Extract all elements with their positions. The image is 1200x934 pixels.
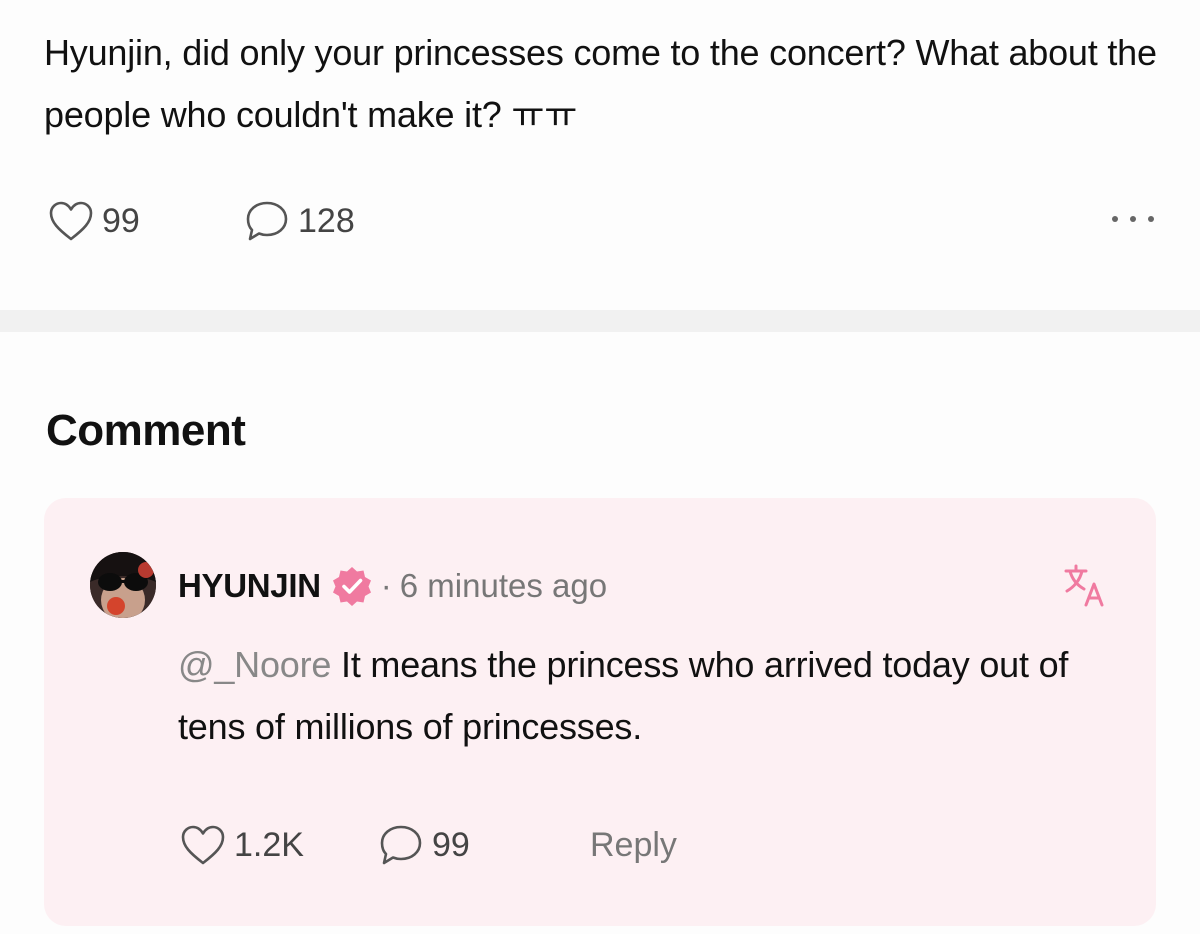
heart-icon	[180, 824, 226, 866]
comment-reply-count-button[interactable]: 99	[378, 820, 470, 870]
section-title: Comment	[46, 406, 246, 455]
reply-button[interactable]: Reply	[590, 820, 677, 870]
speech-bubble-icon	[378, 823, 424, 867]
comment-username[interactable]: HYUNJIN	[178, 567, 321, 605]
post-comment-count: 128	[298, 201, 355, 240]
mention-link[interactable]: @_Noore	[178, 644, 331, 685]
speech-bubble-icon	[244, 199, 290, 243]
comment-header: HYUNJIN · 6 minutes ago	[178, 564, 607, 608]
translate-icon	[1062, 564, 1108, 612]
post-like-button[interactable]: 99	[48, 196, 140, 246]
post-like-count: 99	[102, 201, 140, 240]
translate-button[interactable]	[1062, 562, 1108, 608]
post-actions: 99 128	[48, 196, 1158, 246]
comment-body: @_Noore It means the princess who arrive…	[178, 634, 1108, 758]
comment-like-count: 1.2K	[234, 825, 304, 864]
avatar[interactable]	[90, 552, 156, 618]
verified-badge-icon	[331, 565, 373, 607]
section-divider	[0, 310, 1200, 332]
post-text: Hyunjin, did only your princesses come t…	[44, 32, 1157, 135]
comment-actions: 1.2K 99 Reply	[180, 820, 880, 870]
heart-icon	[48, 200, 94, 242]
more-options-button[interactable]	[1108, 196, 1158, 246]
comment-timestamp: 6 minutes ago	[399, 567, 608, 604]
comment-card: HYUNJIN · 6 minutes ago @_Noore It means…	[44, 498, 1156, 926]
comment-like-button[interactable]: 1.2K	[180, 820, 304, 870]
comment-reply-count: 99	[432, 825, 470, 864]
more-dots-icon	[1109, 212, 1157, 230]
comment-section: Comment HYUNJIN · 6 minutes ago @_Noore …	[0, 332, 1200, 934]
post: Hyunjin, did only your princesses come t…	[0, 0, 1200, 310]
separator-dot: ·	[380, 567, 392, 604]
post-comment-button[interactable]: 128	[244, 196, 355, 246]
